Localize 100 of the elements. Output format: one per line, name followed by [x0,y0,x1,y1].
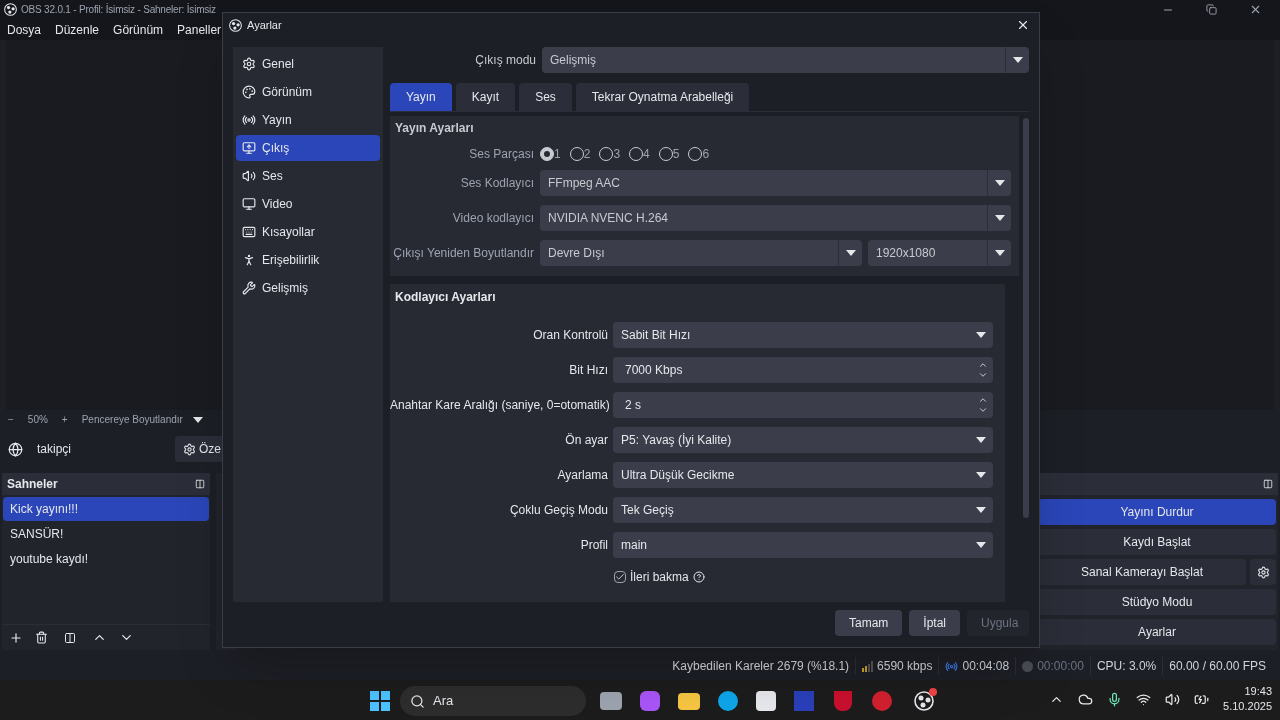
bitrate: 6590 kbps [877,658,933,676]
antenna-icon [242,113,256,127]
control-button[interactable]: Sanal Kamerayı Başlat [1038,559,1246,586]
checkmark-icon [615,572,625,582]
gear-icon [242,57,256,71]
dropdown[interactable]: Sabit Bit Hızı [613,322,993,348]
dropdown[interactable]: NVIDIA NVENC H.264 [540,205,1011,231]
field-label: Video kodlayıcı [451,210,534,227]
browser-icon[interactable] [718,691,738,712]
shield-icon[interactable] [834,691,852,712]
control-button[interactable]: Stüdyo Modu [1038,589,1276,616]
globe-icon [8,442,23,457]
sidebar-item[interactable]: Çıkış [236,135,380,161]
folder-icon[interactable] [678,692,700,710]
logo-icon [4,3,17,17]
sidebar-item[interactable]: Görünüm [236,79,380,105]
fit-button[interactable]: Pencereye Boyutlandır [81,412,183,428]
dropdown[interactable]: Tek Geçiş [613,497,993,523]
tab[interactable]: Ses [519,83,572,111]
field-label: Bit Hızı [568,362,608,379]
sidebar-item[interactable]: Genel [236,51,380,77]
dropdown[interactable]: Gelişmiş [542,47,1029,73]
caret-icon [976,437,986,443]
monitor-icon [242,197,256,211]
dropdown[interactable]: FFmpeg AAC [540,170,1011,196]
scene-item[interactable]: SANSÜR! [3,522,209,547]
wifi-icon[interactable] [1136,691,1152,707]
spin-field[interactable]: 7000 Kbps [613,357,993,383]
sidebar-item[interactable]: Ses [236,163,380,189]
dialog-button[interactable]: Tamam [834,610,903,636]
field-label: Ayarlama [556,467,608,484]
checkbox[interactable]: İleri bakma [614,567,1005,587]
sidebar-item[interactable]: Yayın [236,107,380,133]
group-title: Yayın Ayarları [394,120,475,137]
search-field[interactable]: Ara [400,686,586,717]
cloud-icon[interactable] [1078,691,1094,707]
scene-item[interactable]: Kick yayını!!! [3,497,209,522]
control-button[interactable]: Ayarlar [1038,619,1276,646]
volume-icon[interactable] [1165,691,1181,707]
control-button[interactable]: Kaydı Başlat [1038,529,1276,556]
tab[interactable]: Yayın [390,83,452,111]
settings-button[interactable] [1250,559,1276,586]
undock-icon[interactable] [1263,479,1273,490]
tools-icon [242,281,256,295]
menu-item[interactable]: Düzenle [55,20,100,39]
keyboard-icon [242,225,256,239]
dialog-button[interactable]: İptal [909,610,960,636]
sidebar-item[interactable]: Video [236,191,380,217]
sidebar-item[interactable]: Gelişmiş [236,275,380,301]
zoom-out-button[interactable]: − [8,412,14,428]
scene-item[interactable]: youtube kaydı! [3,547,209,572]
dropdown[interactable]: 1920x1080 [868,240,1011,266]
scrollbar[interactable] [1023,118,1029,518]
sidebar-item[interactable]: Erişebilirlik [236,247,380,273]
decrement-icon[interactable] [978,405,988,415]
field-label: Çıkış modu [474,52,536,69]
dropdown[interactable]: P5: Yavaş (İyi Kalite) [613,427,993,453]
restore-icon[interactable] [1206,4,1217,16]
help-icon[interactable] [692,571,705,583]
menu-item[interactable]: Görünüm [113,20,164,39]
field-label: Çoklu Geçiş Modu [508,502,608,519]
filter-icon[interactable] [64,631,76,644]
menu-item[interactable]: Dosya [7,20,41,39]
dropdown[interactable]: Ultra Düşük Gecikme [613,462,993,488]
caret-icon [994,180,1005,186]
menu-item[interactable]: Paneller [177,20,222,39]
close-icon[interactable] [1016,18,1030,32]
field-label: Çıkışı Yeniden Boyutlandır [392,245,534,262]
undock-icon[interactable] [195,479,205,490]
caret-icon [994,250,1005,256]
dialog-title: Ayarlar [247,17,282,33]
gear-icon [1256,565,1270,579]
dropdown[interactable]: main [613,532,993,558]
microphone-icon[interactable] [1107,691,1123,707]
caret-icon [1012,57,1023,63]
dropdown[interactable]: Devre Dışı [540,240,862,266]
store-icon[interactable] [756,691,776,712]
delete-icon[interactable] [35,631,48,645]
field-label: Oran Kontrolü [532,327,608,344]
sidebar-item[interactable]: Kısayollar [236,219,380,245]
tab[interactable]: Kayıt [455,83,516,111]
clock-time[interactable]: 19:43 [1244,684,1272,700]
field-label: Anahtar Kare Aralığı (saniye, 0=otomatik) [390,397,608,414]
control-button[interactable]: Yayını Durdur [1038,499,1276,526]
clock-date[interactable]: 5.10.2025 [1223,699,1272,715]
decrement-icon[interactable] [978,370,988,380]
zoom-level: 50% [27,413,48,428]
windows-icon[interactable] [370,691,390,712]
add-icon[interactable] [9,630,23,645]
field-label: Ses Kodlayıcı [459,175,534,192]
tab[interactable]: Tekrar Oynatma Arabelleği [575,83,750,111]
spin-field[interactable]: 2 s [613,392,993,418]
caret-icon [192,416,203,423]
zoom-in-button[interactable]: + [61,412,68,428]
gear-icon [183,443,196,456]
increment-icon[interactable] [978,395,988,405]
increment-icon[interactable] [978,360,988,370]
streaming-icon [945,659,959,673]
fps: 60.00 / 60.00 FPS [1162,657,1272,676]
field-label: Ses Parçası [468,146,534,163]
